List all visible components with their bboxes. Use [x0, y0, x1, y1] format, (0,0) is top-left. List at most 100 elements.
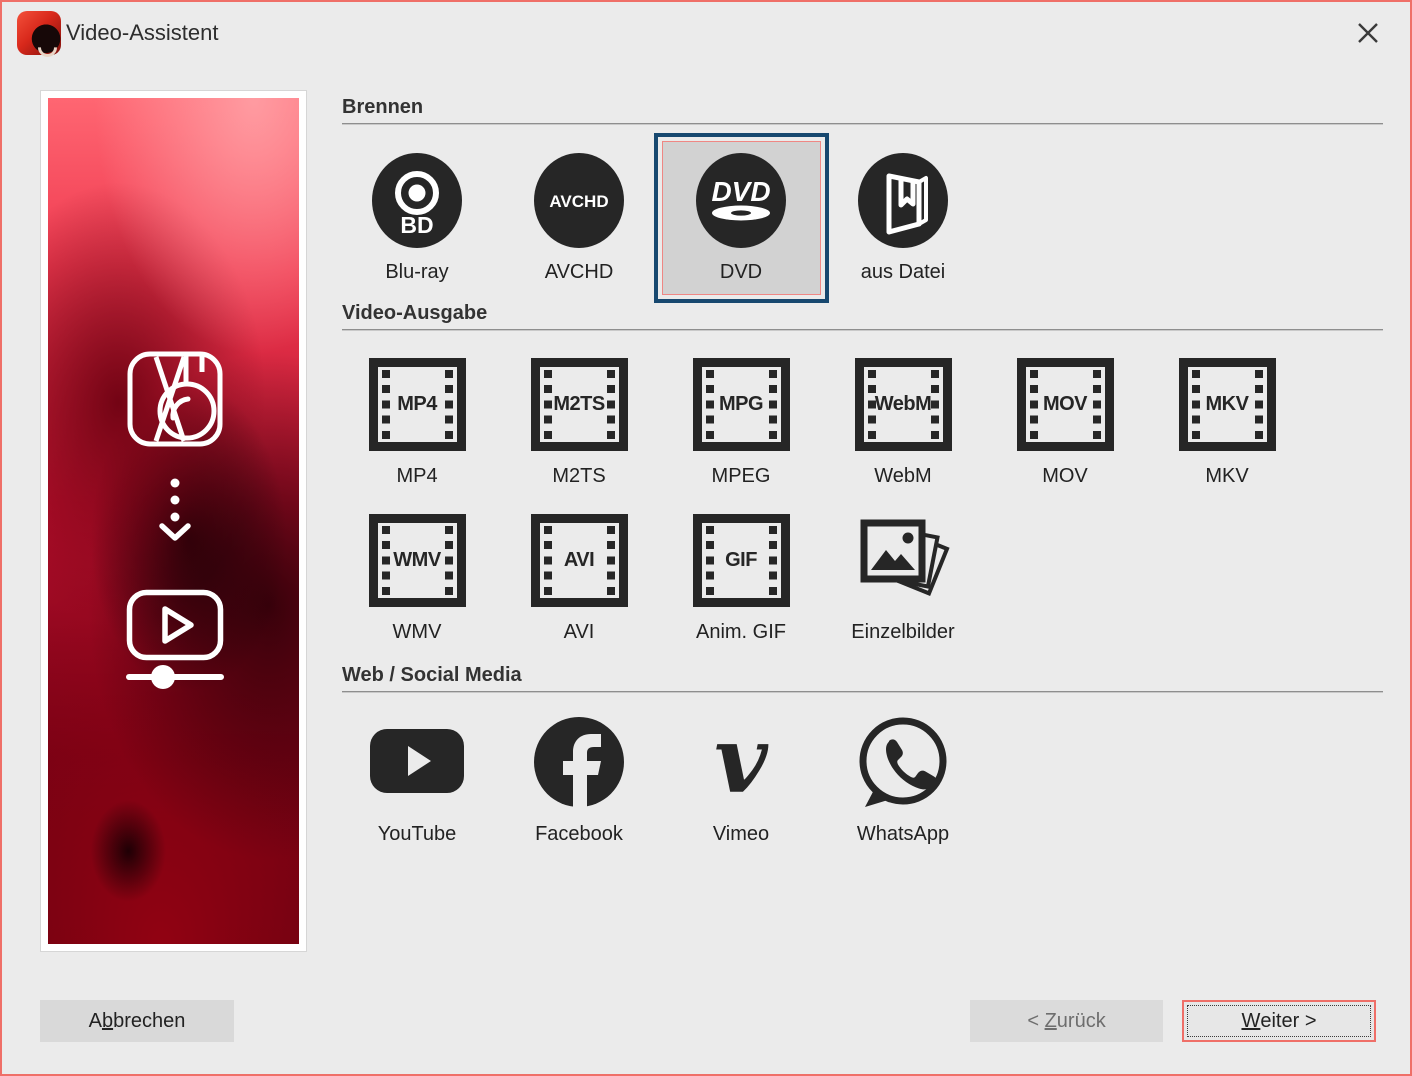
section-title-brennen: Brennen [342, 96, 423, 119]
tile-label: WebM [874, 465, 931, 488]
next-button[interactable]: Weiter > [1182, 1000, 1376, 1042]
tile-webm[interactable]: WebM WebM [822, 358, 984, 494]
svg-text:v: v [714, 716, 769, 809]
tile-wmv[interactable]: WMV WMV [336, 514, 498, 650]
tile-mpeg[interactable]: MPG MPEG [660, 358, 822, 494]
tile-whatsapp[interactable]: WhatsApp [822, 716, 984, 852]
wizard-preview-panel [40, 90, 307, 952]
filmstrip-icon: MKV [1179, 358, 1276, 451]
tile-dvd-selected[interactable]: DVD DVD [660, 133, 822, 303]
tile-label: AVCHD [545, 261, 614, 284]
tile-label: Vimeo [713, 823, 769, 846]
tile-aus-datei[interactable]: aus Datei [822, 133, 984, 303]
section-title-video-ausgabe: Video-Ausgabe [342, 302, 487, 325]
window-title: Video-Assistent [66, 20, 218, 46]
back-label-pre: < [1027, 1010, 1044, 1033]
app-logo-icon [17, 11, 61, 55]
video-assistant-dialog: Video-Assistent [0, 0, 1412, 1076]
video-output-row-1: MP4 MP4 M2TS M2TS MPG MPEG WebM WebM MOV… [336, 358, 1308, 494]
tile-youtube[interactable]: YouTube [336, 716, 498, 852]
svg-text:DVD: DVD [711, 176, 770, 207]
tile-label: Anim. GIF [696, 621, 786, 644]
filmstrip-icon: MP4 [369, 358, 466, 451]
cancel-label-key: b [102, 1010, 113, 1033]
tile-blu-ray[interactable]: BD Blu-ray [336, 133, 498, 303]
bluray-disc-icon: BD [370, 152, 464, 249]
filmstrip-text: MOV [1043, 393, 1087, 416]
section-divider [342, 329, 1383, 331]
from-file-icon [856, 152, 950, 249]
filmstrip-icon: MOV [1017, 358, 1114, 451]
tile-label: MPEG [712, 465, 771, 488]
filmstrip-icon: M2TS [531, 358, 628, 451]
tile-label: MP4 [396, 465, 437, 488]
filmstrip-icon: MPG [693, 358, 790, 451]
cancel-label-post: brechen [113, 1010, 185, 1033]
filmstrip-text: M2TS [553, 393, 604, 416]
filmstrip-text: WMV [393, 549, 440, 572]
tile-label: Einzelbilder [851, 621, 954, 644]
tile-avi[interactable]: AVI AVI [498, 514, 660, 650]
tile-label: M2TS [552, 465, 605, 488]
tile-label: AVI [564, 621, 595, 644]
next-label-post: eiter > [1260, 1010, 1316, 1033]
lens-arc [34, 34, 61, 61]
tile-mov[interactable]: MOV MOV [984, 358, 1146, 494]
whatsapp-icon [853, 716, 953, 809]
video-player-icon [125, 588, 225, 692]
tile-label: MKV [1205, 465, 1248, 488]
close-icon [1356, 21, 1380, 45]
filmstrip-text: AVI [564, 549, 594, 572]
section-divider [342, 123, 1383, 125]
tile-facebook[interactable]: Facebook [498, 716, 660, 852]
back-button[interactable]: < Zurück [970, 1000, 1163, 1042]
tile-mkv[interactable]: MKV MKV [1146, 358, 1308, 494]
tile-label: Blu-ray [385, 261, 448, 284]
facebook-icon [529, 716, 629, 809]
web-social-row: YouTube Facebook v Vimeo WhatsApp [336, 716, 984, 852]
back-label-post: urück [1057, 1010, 1106, 1033]
tile-label: WMV [393, 621, 442, 644]
cancel-label-pre: A [89, 1010, 102, 1033]
svg-text:AVCHD: AVCHD [549, 192, 608, 211]
filmstrip-text: GIF [725, 549, 757, 572]
tile-m2ts[interactable]: M2TS M2TS [498, 358, 660, 494]
filmstrip-text: MP4 [397, 393, 437, 416]
dvd-disc-icon: DVD [694, 152, 788, 249]
filmstrip-text: MPG [719, 393, 763, 416]
tile-mp4[interactable]: MP4 MP4 [336, 358, 498, 494]
tile-einzelbilder[interactable]: Einzelbilder [822, 514, 984, 650]
filmstrip-text: WebM [875, 393, 932, 416]
vimeo-icon: v [691, 716, 791, 809]
filmstrip-icon: AVI [531, 514, 628, 607]
filmstrip-icon: WMV [369, 514, 466, 607]
tile-label: YouTube [378, 823, 457, 846]
youtube-icon [367, 716, 467, 809]
tile-label: WhatsApp [857, 823, 949, 846]
svg-text:BD: BD [400, 212, 433, 238]
section-divider [342, 691, 1383, 693]
tile-vimeo[interactable]: v Vimeo [660, 716, 822, 852]
dotted-arrow-down-icon [155, 476, 195, 546]
tile-label: MOV [1042, 465, 1088, 488]
tile-label: DVD [720, 261, 762, 284]
titlebar: Video-Assistent [2, 2, 1410, 66]
flower-photo [48, 98, 299, 944]
filmstrip-text: MKV [1206, 393, 1249, 416]
brennen-row: BD Blu-ray AVCHD AVCHD DVD DVD [336, 133, 984, 303]
tile-label: aus Datei [861, 261, 946, 284]
section-title-web-social: Web / Social Media [342, 664, 522, 687]
avchd-disc-icon: AVCHD [532, 152, 626, 249]
image-stack-icon [853, 514, 953, 607]
filmstrip-icon: WebM [855, 358, 952, 451]
cancel-button[interactable]: Abbrechen [40, 1000, 234, 1042]
tile-anim-gif[interactable]: GIF Anim. GIF [660, 514, 822, 650]
video-output-row-2: WMV WMV AVI AVI GIF Anim. GIF Einzelbild… [336, 514, 984, 650]
close-button[interactable] [1354, 19, 1382, 47]
tile-label: Facebook [535, 823, 623, 846]
back-label-key: Z [1045, 1010, 1057, 1033]
next-label-key: W [1241, 1010, 1260, 1033]
app-logo-outline-icon [126, 350, 224, 448]
tile-avchd[interactable]: AVCHD AVCHD [498, 133, 660, 303]
filmstrip-icon: GIF [693, 514, 790, 607]
